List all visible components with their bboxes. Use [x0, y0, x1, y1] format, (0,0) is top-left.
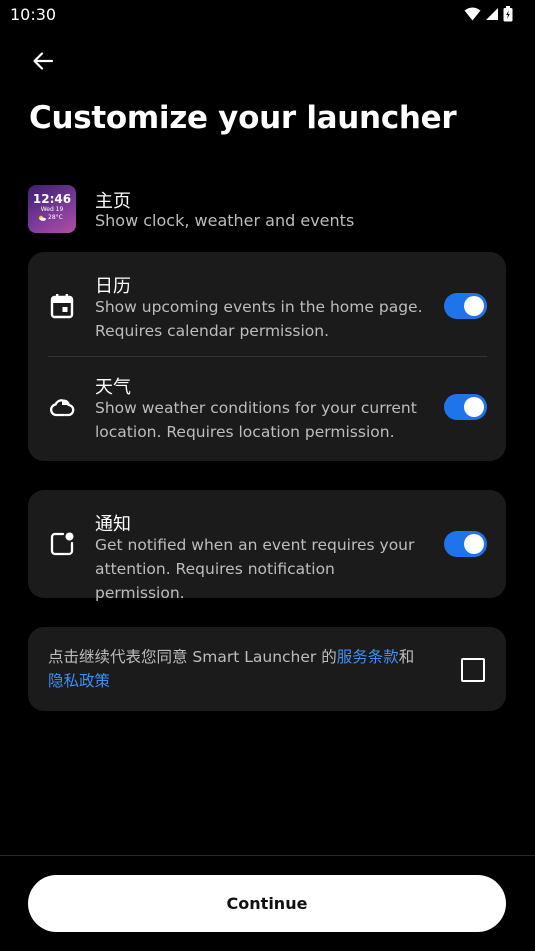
calendar-icon	[48, 292, 76, 320]
weather-toggle[interactable]	[444, 394, 487, 420]
cloud-icon	[48, 393, 76, 421]
home-widget-preview: 12:46 Wed 19 28°C	[28, 185, 76, 233]
signal-icon	[486, 8, 498, 20]
weather-subtitle: Show weather conditions for your current…	[95, 399, 417, 441]
home-title: 主页	[95, 191, 131, 212]
home-subtitle: Show clock, weather and events	[95, 211, 355, 230]
continue-button[interactable]: Continue	[28, 875, 506, 932]
calendar-setting-row[interactable]: 日历 Show upcoming events in the home page…	[28, 252, 506, 356]
consent-card: 点击继续代表您同意 Smart Launcher 的服务条款和隐私政策	[28, 627, 506, 711]
wifi-icon	[464, 7, 481, 21]
status-time: 10:30	[10, 5, 57, 24]
consent-prefix: 点击继续代表您同意 Smart Launcher 的	[48, 648, 337, 666]
back-button[interactable]	[28, 46, 58, 76]
settings-card-notifications: 通知 Get notified when an event requires y…	[28, 490, 506, 602]
preview-time: 12:46	[32, 192, 72, 206]
weather-setting-row[interactable]: 天气 Show weather conditions for your curr…	[28, 357, 506, 461]
preview-date: Wed 19	[40, 206, 64, 213]
notification-subtitle: Get notified when an event requires your…	[95, 536, 415, 602]
consent-text: 点击继续代表您同意 Smart Launcher 的服务条款和隐私政策	[48, 645, 438, 693]
preview-weather: 28°C	[38, 214, 63, 221]
notification-toggle[interactable]	[444, 531, 487, 557]
status-bar: 10:30	[0, 0, 535, 30]
toggle-knob	[464, 397, 484, 417]
toggle-knob	[464, 534, 484, 554]
footer-divider	[0, 855, 535, 856]
partly-sunny-icon	[38, 215, 46, 221]
consent-checkbox[interactable]	[461, 658, 485, 682]
home-widget-row: 12:46 Wed 19 28°C 主页 Show clock, weather…	[28, 185, 506, 235]
preview-temp: 28°C	[48, 214, 63, 221]
consent-and: 和	[398, 648, 415, 666]
terms-link[interactable]: 服务条款	[337, 648, 399, 666]
settings-card-primary: 日历 Show upcoming events in the home page…	[28, 252, 506, 461]
notification-setting-row[interactable]: 通知 Get notified when an event requires y…	[28, 490, 506, 602]
status-icons	[464, 6, 513, 22]
arrow-back-icon	[33, 52, 53, 70]
page-title: Customize your launcher	[29, 100, 457, 136]
calendar-subtitle: Show upcoming events in the home page. R…	[95, 298, 423, 340]
calendar-toggle[interactable]	[444, 293, 487, 319]
notification-icon	[48, 530, 76, 558]
toggle-knob	[464, 296, 484, 316]
privacy-link[interactable]: 隐私政策	[48, 672, 110, 690]
battery-icon	[503, 6, 513, 22]
